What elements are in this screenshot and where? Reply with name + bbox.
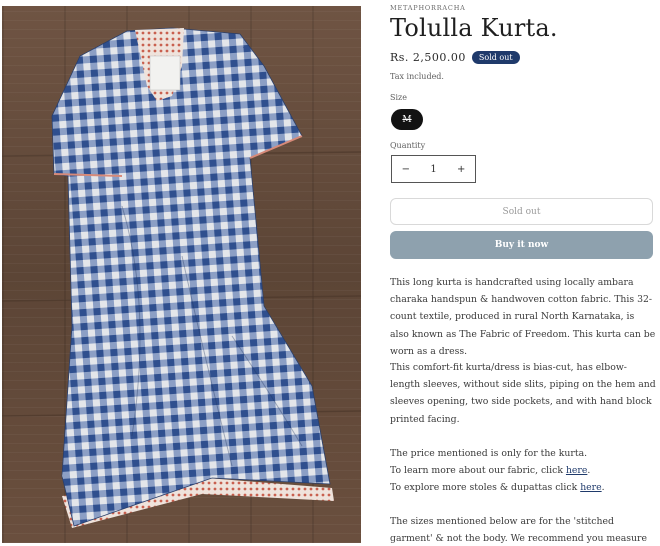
fabric-line-end: . <box>587 465 591 477</box>
sold-out-badge: Sold out <box>471 51 520 64</box>
product-title: Tolulla Kurta. <box>390 14 558 42</box>
description-text-1: This long kurta is handcrafted using loc… <box>390 277 656 357</box>
quantity-decrease-button[interactable]: − <box>392 164 420 175</box>
description-text-4: The sizes mentioned below are for the 's… <box>390 516 647 545</box>
kurta-illustration <box>2 27 361 528</box>
size-option-m[interactable]: M <box>391 109 423 130</box>
price-note: The price mentioned is only for the kurt… <box>390 448 588 459</box>
quantity-label: Quantity <box>390 141 426 150</box>
quantity-increase-button[interactable]: + <box>447 164 475 175</box>
description-paragraph-2: This comfort-fit kurta/dress is bias-cut… <box>390 359 656 428</box>
fabric-line: To learn more about our fabric, click he… <box>390 462 656 479</box>
buy-now-button[interactable]: Buy it now <box>390 231 653 259</box>
quantity-stepper: − 1 + <box>391 155 476 183</box>
fabric-link[interactable]: here <box>566 465 587 476</box>
product-price: Rs. 2,500.00 <box>390 51 466 64</box>
size-label: Size <box>390 93 407 102</box>
stoles-line: To explore more stoles & dupattas click … <box>390 479 656 496</box>
product-image[interactable] <box>2 6 361 543</box>
price-row: Rs. 2,500.00 Sold out <box>390 51 520 64</box>
vendor-name: METAPHORRACHA <box>390 4 466 12</box>
stoles-link[interactable]: here <box>580 482 601 493</box>
description-paragraph-4: The sizes mentioned below are for the 's… <box>390 513 656 546</box>
quantity-input[interactable]: 1 <box>420 164 448 175</box>
description-text-2: This comfort-fit kurta/dress is bias-cut… <box>390 362 656 425</box>
description-paragraph-3: The price mentioned is only for the kurt… <box>390 445 656 497</box>
add-to-cart-button[interactable]: Sold out <box>390 198 653 225</box>
stoles-line-text: To explore more stoles & dupattas click <box>390 482 581 494</box>
fabric-line-text: To learn more about our fabric, click <box>390 465 566 477</box>
description-paragraph-1: This long kurta is handcrafted using loc… <box>390 274 656 360</box>
stoles-line-end: . <box>601 482 605 494</box>
tax-note: Tax included. <box>390 72 444 81</box>
